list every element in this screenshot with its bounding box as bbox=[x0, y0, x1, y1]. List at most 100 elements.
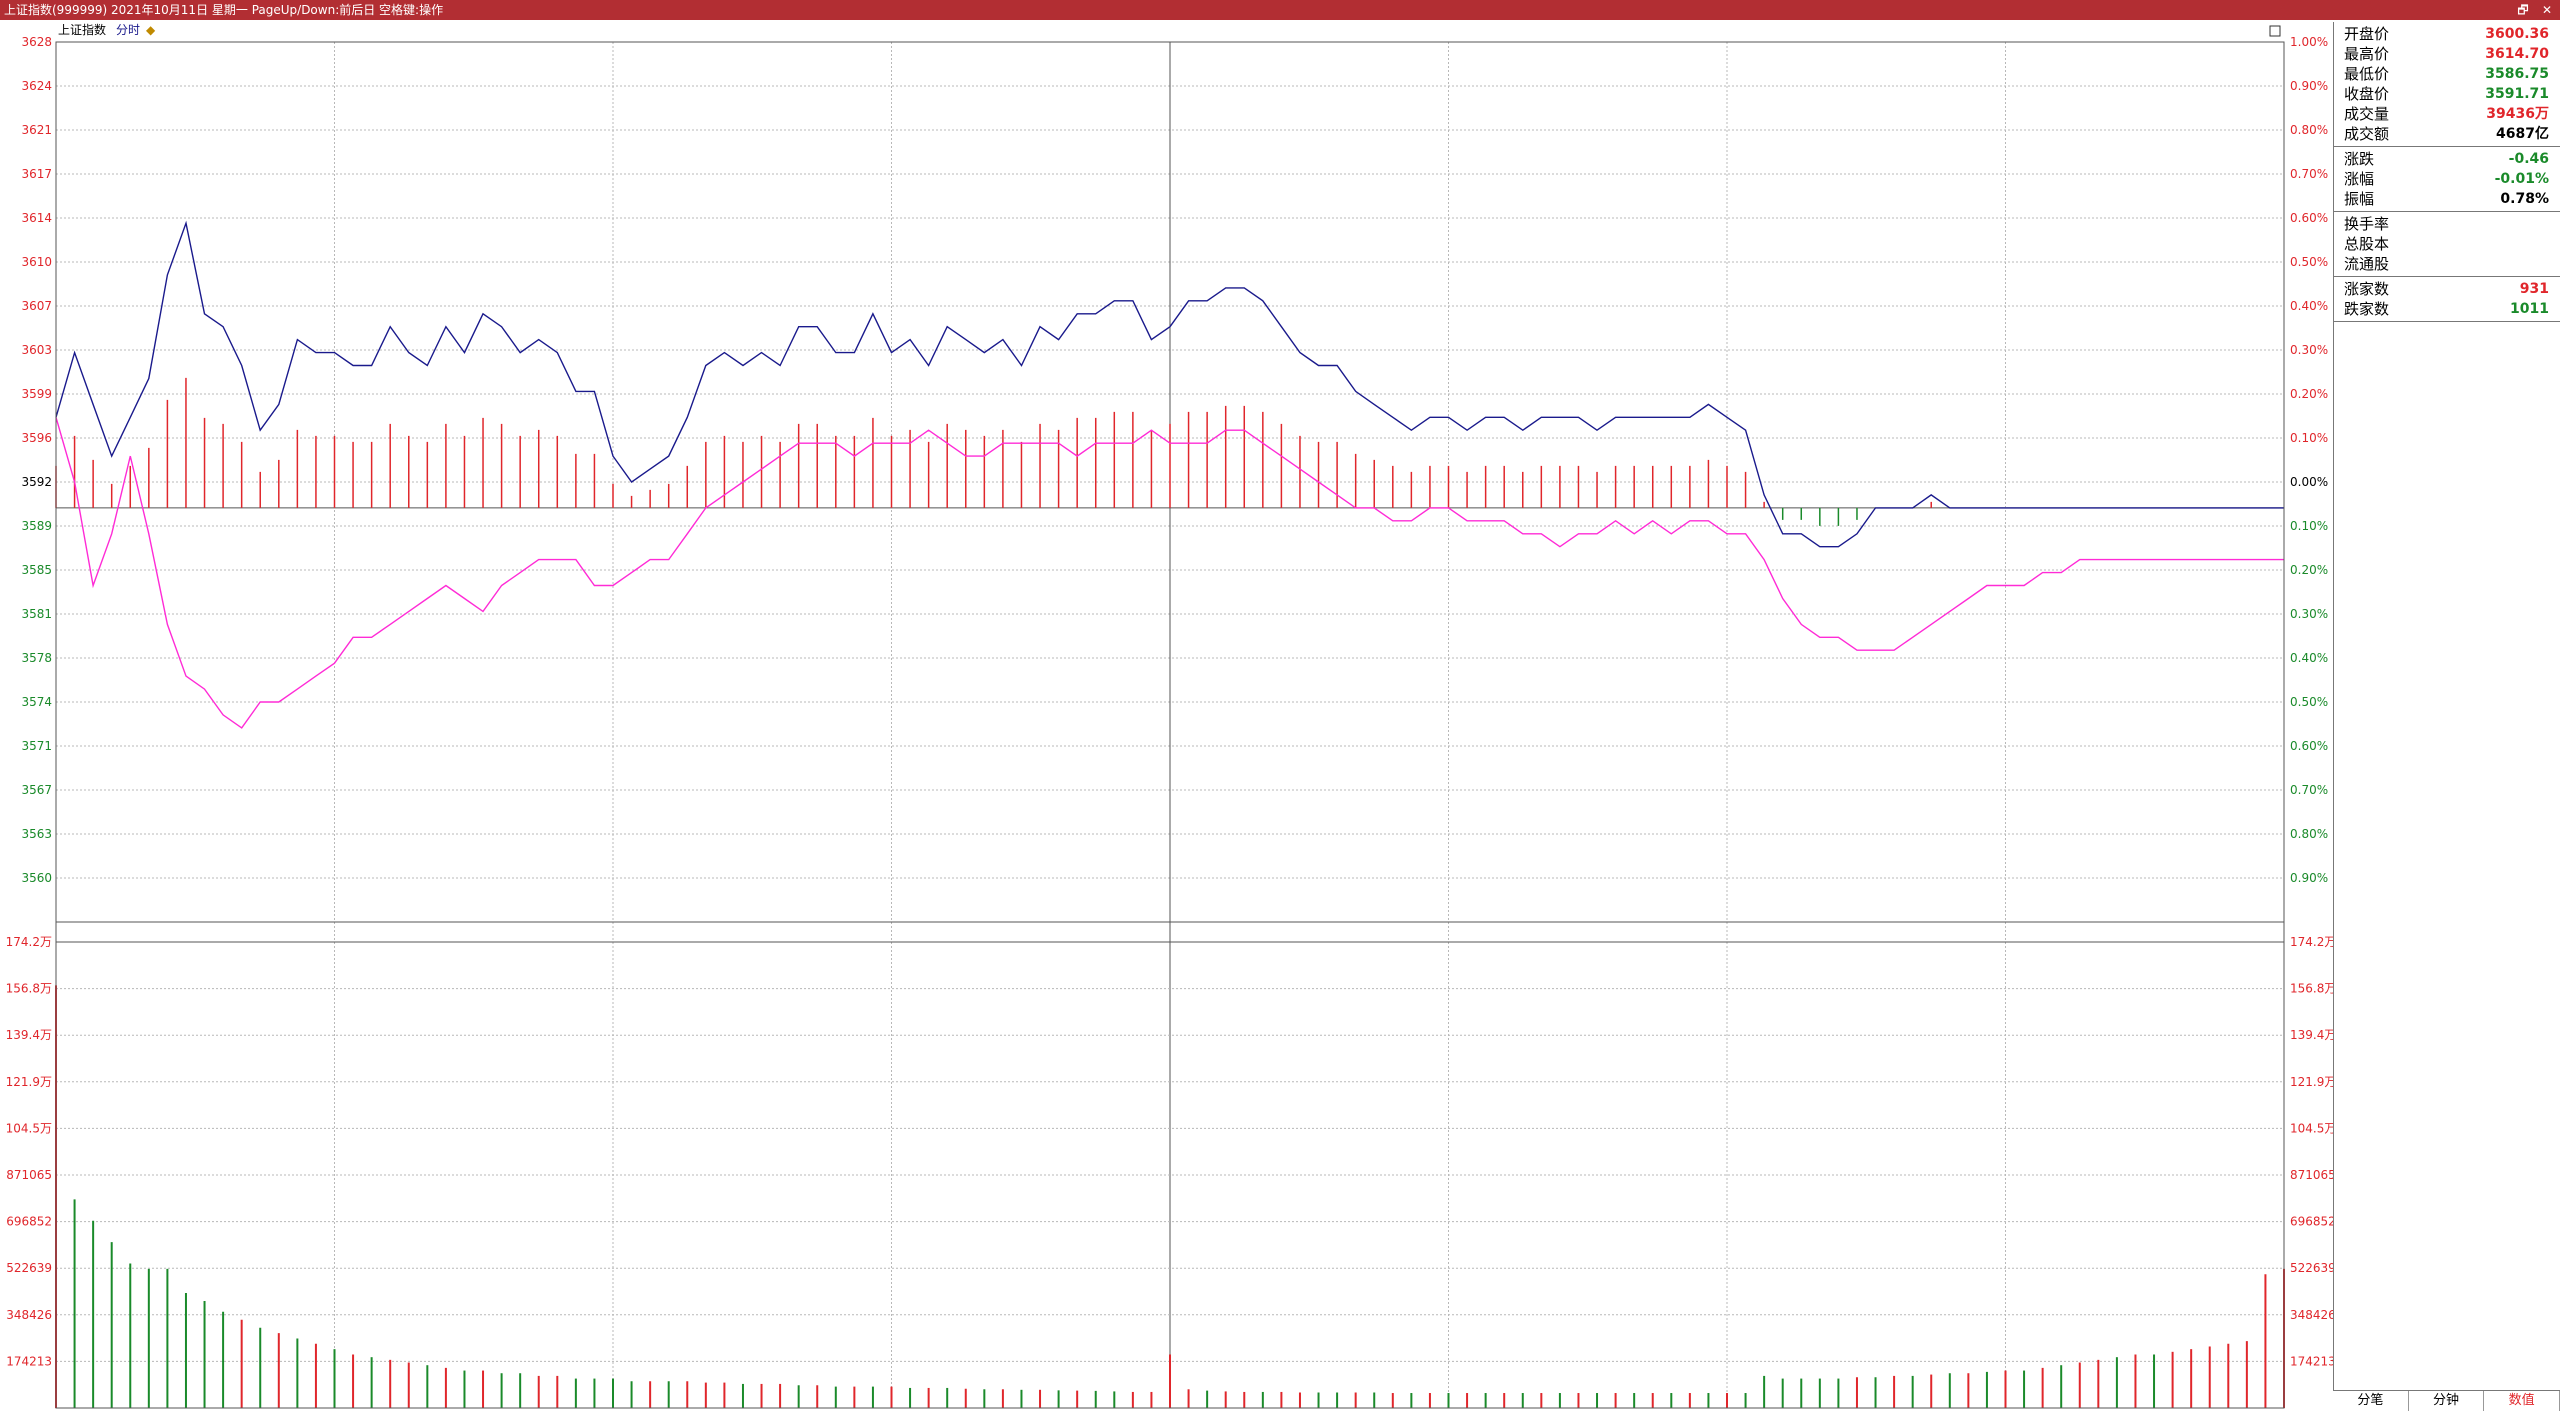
shares-info-group: 换手率 总股本 流通股 bbox=[2334, 212, 2560, 277]
volume-tick-label-right: 348426 bbox=[2290, 1308, 2333, 1322]
advancers-value: 931 bbox=[2519, 281, 2549, 297]
price-tick-label-left: 3610 bbox=[21, 255, 52, 269]
amplitude-value: 0.78% bbox=[2500, 191, 2549, 207]
volume-value: 39436万 bbox=[2486, 106, 2549, 122]
volume-tick-label-left: 121.9万 bbox=[6, 1075, 52, 1089]
close-row: 收盘价 3591.71 bbox=[2344, 85, 2549, 103]
price-tick-label-left: 3628 bbox=[21, 35, 52, 49]
open-row: 开盘价 3600.36 bbox=[2344, 25, 2549, 43]
price-info-group: 开盘价 3600.36 最高价 3614.70 最低价 3586.75 收盘价 3591… bbox=[2334, 22, 2560, 147]
turnover-row: 换手率 bbox=[2344, 215, 2390, 233]
price-tick-label-right: 0.80% bbox=[2290, 123, 2328, 137]
low-value: 3586.75 bbox=[2485, 66, 2549, 82]
close-value: 3591.71 bbox=[2485, 86, 2549, 102]
price-tick-label-left: 3596 bbox=[21, 431, 52, 445]
price-tick-label-left: 3560 bbox=[21, 871, 52, 885]
price-tick-label-left: 3599 bbox=[21, 387, 52, 401]
price-tick-label-right: 0.40% bbox=[2290, 299, 2328, 313]
advancers-row: 涨家数 931 bbox=[2344, 280, 2549, 298]
price-tick-label-left: 3578 bbox=[21, 651, 52, 665]
volume-tick-label-left: 104.5万 bbox=[6, 1121, 52, 1135]
panel-tabs: 分笔 分钟 数值 bbox=[2333, 1390, 2560, 1411]
title-bar: 上证指数(999999) 2021年10月11日 星期一 PageUp/Down… bbox=[0, 0, 2560, 20]
price-tick-label-right: 0.60% bbox=[2290, 211, 2328, 225]
volume-tick-label-right: 696852 bbox=[2290, 1215, 2333, 1229]
volume-tick-label-right: 522639 bbox=[2290, 1261, 2333, 1275]
price-tick-label-right: 0.70% bbox=[2290, 783, 2328, 797]
price-tick-label-right: 0.20% bbox=[2290, 563, 2328, 577]
volume-tick-label-left: 696852 bbox=[6, 1215, 52, 1229]
volume-tick-label-left: 174213 bbox=[6, 1354, 52, 1368]
price-tick-label-right: 0.10% bbox=[2290, 519, 2328, 533]
close-icon[interactable]: ✕ bbox=[2540, 0, 2554, 20]
high-row: 最高价 3614.70 bbox=[2344, 45, 2549, 63]
price-tick-label-left: 3592 bbox=[21, 475, 52, 489]
change-info-group: 涨跌 -0.46 涨幅 -0.01% 振幅 0.78% bbox=[2334, 147, 2560, 212]
price-tick-label-right: 1.00% bbox=[2290, 35, 2328, 49]
price-tick-label-left: 3603 bbox=[21, 343, 52, 357]
total-shares-row: 总股本 bbox=[2344, 235, 2390, 253]
price-tick-label-left: 3617 bbox=[21, 167, 52, 181]
price-tick-label-left: 3624 bbox=[21, 79, 52, 93]
volume-tick-label-left: 348426 bbox=[6, 1308, 52, 1322]
amount-value: 4687亿 bbox=[2496, 126, 2549, 142]
low-row: 最低价 3586.75 bbox=[2344, 65, 2549, 83]
change-pct-value: -0.01% bbox=[2494, 171, 2549, 187]
float-shares-row: 流通股 bbox=[2344, 255, 2390, 273]
diamond-icon[interactable]: ◆ bbox=[146, 23, 156, 37]
price-tick-label-right: 0.70% bbox=[2290, 167, 2328, 181]
decliners-row: 跌家数 1011 bbox=[2344, 300, 2549, 318]
volume-tick-label-left: 156.8万 bbox=[6, 982, 52, 996]
volume-tick-label-right: 121.9万 bbox=[2290, 1075, 2333, 1089]
price-tick-label-left: 3567 bbox=[21, 783, 52, 797]
price-tick-label-left: 3581 bbox=[21, 607, 52, 621]
price-tick-label-left: 3621 bbox=[21, 123, 52, 137]
volume-row: 成交量 39436万 bbox=[2344, 105, 2549, 123]
volume-tick-label-right: 871065 bbox=[2290, 1168, 2333, 1182]
tab-minutes[interactable]: 分钟 bbox=[2409, 1391, 2485, 1411]
price-tick-label-left: 3585 bbox=[21, 563, 52, 577]
amount-row: 成交额 4687亿 bbox=[2344, 125, 2549, 143]
price-tick-label-left: 3589 bbox=[21, 519, 52, 533]
window-title: 上证指数(999999) 2021年10月11日 星期一 PageUp/Down… bbox=[4, 3, 444, 17]
price-tick-label-right: 0.80% bbox=[2290, 827, 2328, 841]
price-tick-label-right: 0.90% bbox=[2290, 871, 2328, 885]
price-tick-label-right: 0.00% bbox=[2290, 475, 2328, 489]
restore-icon[interactable]: 🗗 bbox=[2516, 0, 2530, 20]
price-tick-label-right: 0.90% bbox=[2290, 79, 2328, 93]
price-tick-label-left: 3563 bbox=[21, 827, 52, 841]
price-tick-label-right: 0.40% bbox=[2290, 651, 2328, 665]
decliners-value: 1011 bbox=[2510, 301, 2549, 317]
volume-tick-label-left: 174.2万 bbox=[6, 935, 52, 949]
price-tick-label-right: 0.60% bbox=[2290, 739, 2328, 753]
amplitude-row: 振幅 0.78% bbox=[2344, 190, 2549, 208]
tab-values[interactable]: 数值 bbox=[2484, 1391, 2560, 1411]
open-value: 3600.36 bbox=[2485, 26, 2549, 42]
price-tick-label-left: 3614 bbox=[21, 211, 52, 225]
intraday-chart[interactable]: 3628 1.00% 3624 0.90% 3621 0.80% 3617 0.70% 3614… bbox=[0, 20, 2333, 1410]
price-tick-label-right: 0.50% bbox=[2290, 695, 2328, 709]
breadth-info-group: 涨家数 931 跌家数 1011 bbox=[2334, 277, 2560, 322]
tab-ticks[interactable]: 分笔 bbox=[2333, 1391, 2409, 1411]
index-name-label: 上证指数 bbox=[58, 22, 106, 37]
price-tick-label-right: 0.30% bbox=[2290, 343, 2328, 357]
change-value: -0.46 bbox=[2508, 151, 2549, 167]
price-tick-label-right: 0.10% bbox=[2290, 431, 2328, 445]
high-value: 3614.70 bbox=[2485, 46, 2549, 62]
volume-tick-label-right: 104.5万 bbox=[2290, 1121, 2333, 1135]
change-pct-row: 涨幅 -0.01% bbox=[2344, 170, 2549, 188]
volume-tick-label-left: 522639 bbox=[6, 1261, 52, 1275]
volume-tick-label-left: 139.4万 bbox=[6, 1028, 52, 1042]
mode-label[interactable]: 分时 bbox=[116, 23, 140, 37]
change-row: 涨跌 -0.46 bbox=[2344, 150, 2549, 168]
volume-tick-label-right: 174.2万 bbox=[2290, 935, 2333, 949]
price-tick-label-left: 3607 bbox=[21, 299, 52, 313]
volume-tick-label-right: 174213 bbox=[2290, 1354, 2333, 1368]
volume-tick-label-right: 156.8万 bbox=[2290, 982, 2333, 996]
price-tick-label-right: 0.50% bbox=[2290, 255, 2328, 269]
volume-tick-label-left: 871065 bbox=[6, 1168, 52, 1182]
volume-tick-label-right: 139.4万 bbox=[2290, 1028, 2333, 1042]
info-panel: 开盘价 3600.36 最高价 3614.70 最低价 3586.75 收盘价 3591… bbox=[2333, 22, 2560, 1410]
price-tick-label-right: 0.30% bbox=[2290, 607, 2328, 621]
price-tick-label-left: 3571 bbox=[21, 739, 52, 753]
